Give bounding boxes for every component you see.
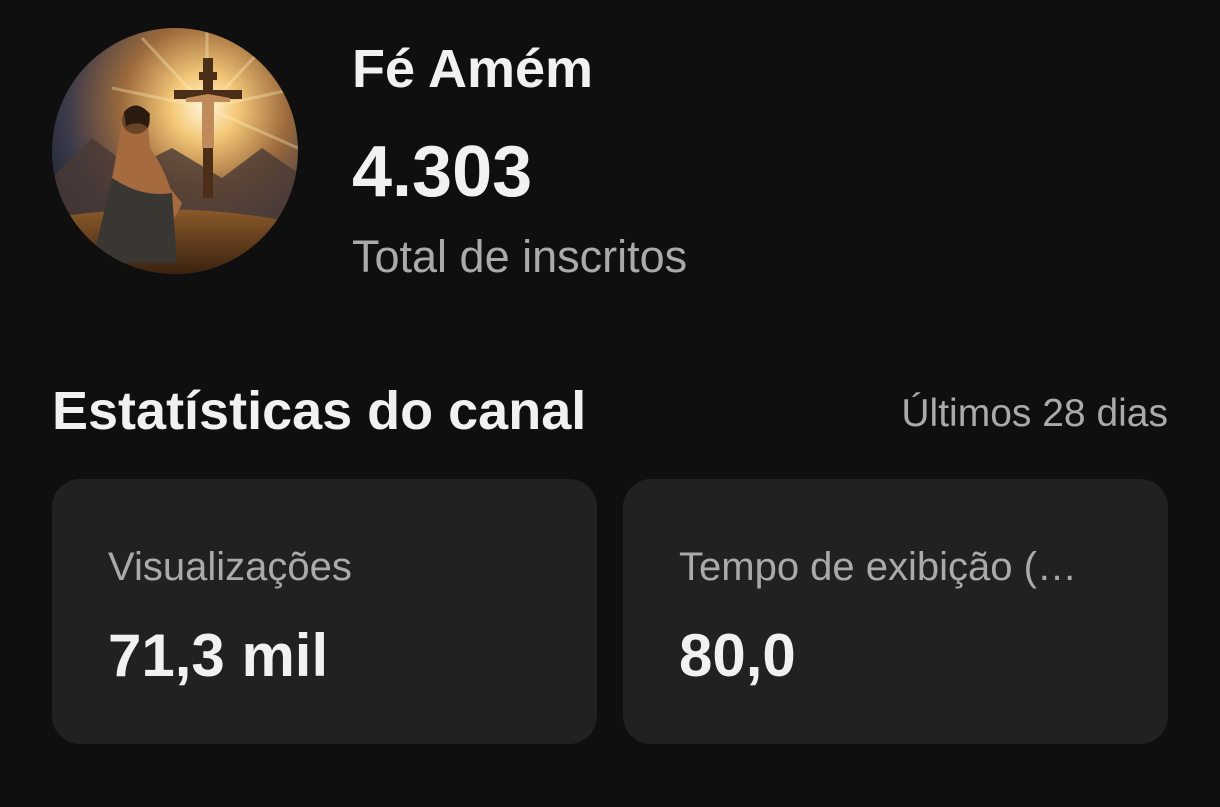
- subscriber-count: 4.303: [352, 132, 533, 212]
- channel-avatar[interactable]: [52, 28, 298, 274]
- stats-period: Últimos 28 dias: [901, 392, 1168, 435]
- views-value: 71,3 mil: [108, 622, 329, 689]
- views-card[interactable]: Visualizações 71,3 mil: [52, 479, 597, 744]
- channel-name: Fé Amém: [352, 39, 594, 99]
- watch-time-label: Tempo de exibição (…: [679, 545, 1077, 589]
- channel-header: Fé Amém 4.303 Total de inscritos: [52, 28, 1168, 288]
- watch-time-card[interactable]: Tempo de exibição (… 80,0: [623, 479, 1168, 744]
- stats-header: Estatísticas do canal Últimos 28 dias: [52, 384, 1168, 444]
- views-label: Visualizações: [108, 545, 352, 589]
- subscriber-label: Total de inscritos: [352, 231, 688, 282]
- stats-cards: Visualizações 71,3 mil Tempo de exibição…: [52, 479, 1168, 744]
- channel-avatar-icon: [52, 28, 298, 274]
- stats-title: Estatísticas do canal: [52, 381, 587, 441]
- watch-time-value: 80,0: [679, 622, 796, 689]
